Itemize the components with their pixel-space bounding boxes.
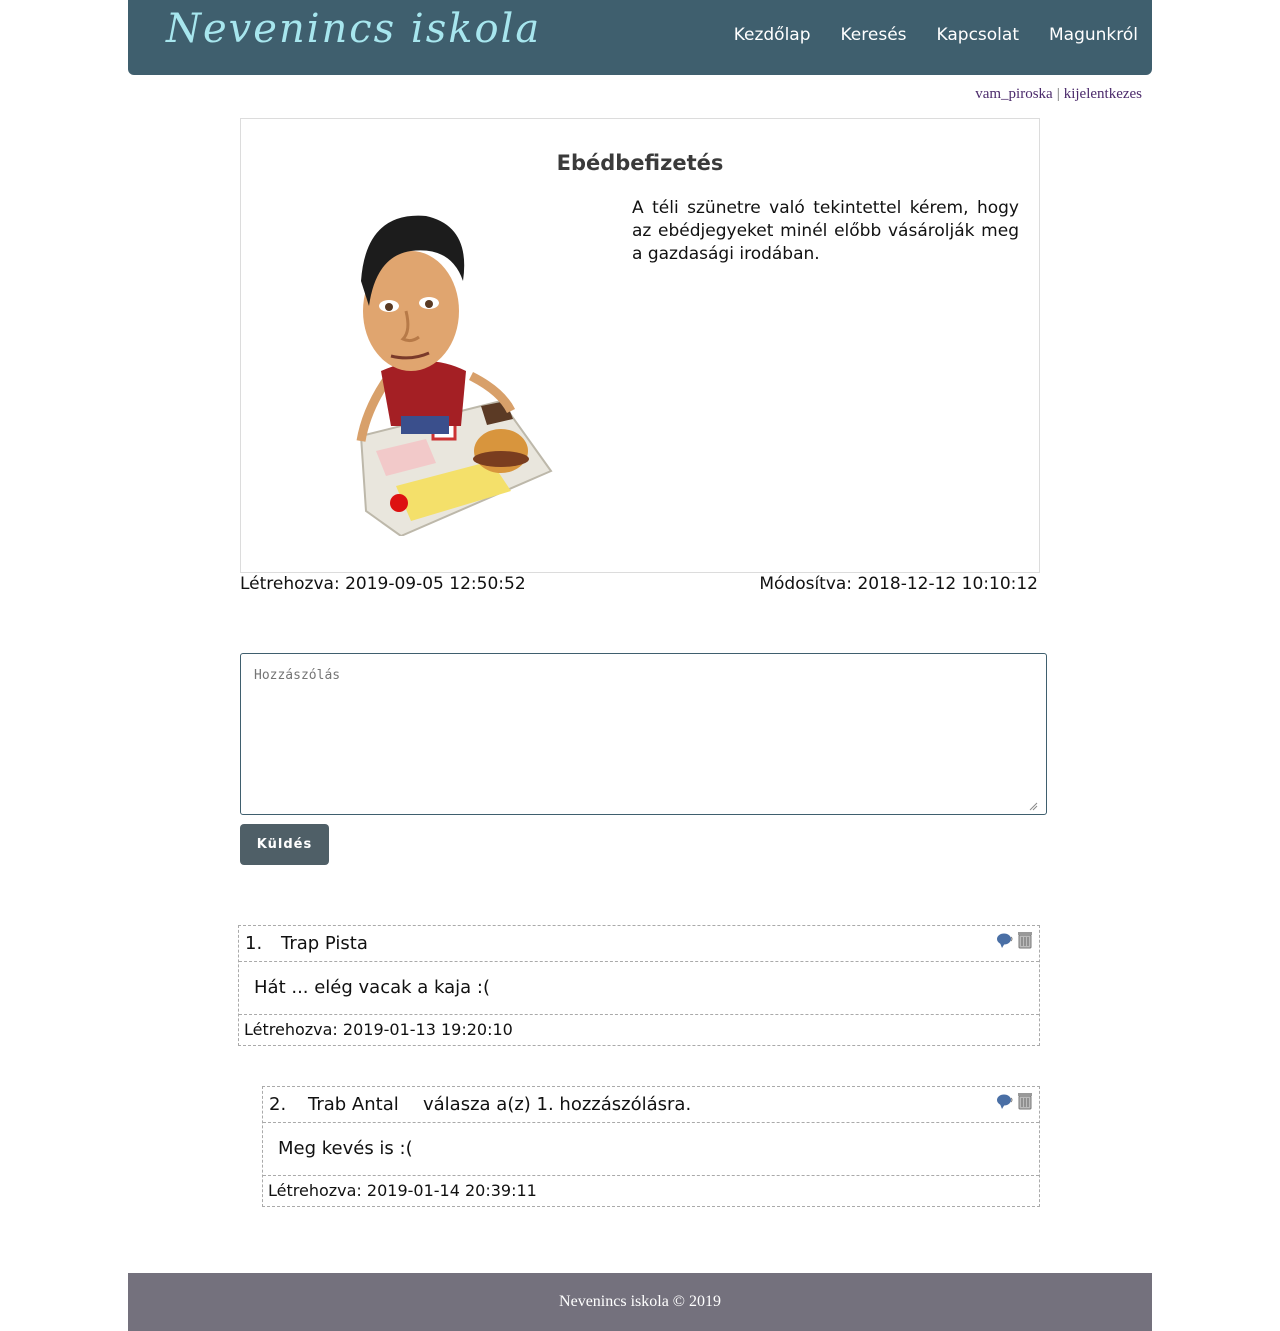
comment-footer: Létrehozva: 2019-01-13 19:20:10 bbox=[239, 1015, 1039, 1045]
comment-body: Meg kevés is :( bbox=[263, 1123, 1039, 1176]
logout-link[interactable]: kijelentkezes bbox=[1064, 86, 1142, 102]
comment-text: Hát ... elég vacak a kaja :( bbox=[254, 977, 491, 998]
article-created: Létrehozva: 2019-09-05 12:50:52 bbox=[240, 574, 526, 594]
comment-item: 2. Trab Antal válasza a(z) 1. hozzászólá… bbox=[262, 1086, 1040, 1207]
comment-header: 1. Trap Pista bbox=[239, 926, 1039, 962]
comment-number: 2. bbox=[269, 1094, 287, 1115]
main-nav: Kezdőlap Keresés Kapcsolat Magunkról bbox=[704, 25, 1138, 45]
comment-author: Trab Antal bbox=[308, 1094, 399, 1115]
nav-contact[interactable]: Kapcsolat bbox=[937, 25, 1019, 45]
resize-grip-icon[interactable] bbox=[1028, 801, 1038, 811]
article-title: Ebédbefizetés bbox=[556, 151, 724, 175]
user-bar: vam_piroska | kijelentkezes bbox=[975, 86, 1142, 103]
comment-created: Létrehozva: 2019-01-13 19:20:10 bbox=[244, 1020, 513, 1039]
userbar-separator: | bbox=[1056, 86, 1060, 102]
site-footer: Nevenincs iskola © 2019 bbox=[128, 1273, 1152, 1331]
comment-reply-note: válasza a(z) 1. hozzászólásra. bbox=[423, 1094, 692, 1115]
site-logo[interactable]: Nevenincs iskola bbox=[166, 6, 541, 52]
comment-input[interactable] bbox=[240, 653, 1047, 815]
speech-bubble-icon[interactable] bbox=[996, 1092, 1014, 1110]
comment-body: Hát ... elég vacak a kaja :( bbox=[239, 962, 1039, 1015]
comment-header: 2. Trab Antal válasza a(z) 1. hozzászólá… bbox=[263, 1087, 1039, 1123]
comment-item: 1. Trap Pista Hát ... elég vacak a kaja … bbox=[238, 925, 1040, 1046]
article-card: Ebédbefizetés A téli szünetre való tekin… bbox=[240, 118, 1040, 573]
send-button[interactable]: Küldés bbox=[240, 824, 329, 865]
article-illustration bbox=[356, 215, 553, 536]
comment-actions bbox=[996, 931, 1033, 949]
username-link[interactable]: vam_piroska bbox=[975, 86, 1052, 102]
nav-about[interactable]: Magunkról bbox=[1049, 25, 1138, 45]
speech-bubble-icon[interactable] bbox=[996, 931, 1014, 949]
comment-number: 1. bbox=[245, 933, 263, 954]
trash-icon[interactable] bbox=[1017, 1092, 1033, 1110]
site-header: Nevenincs iskola Kezdőlap Keresés Kapcso… bbox=[128, 0, 1152, 75]
article-modified: Módosítva: 2018-12-12 10:10:12 bbox=[759, 574, 1038, 594]
comment-text: Meg kevés is :( bbox=[278, 1138, 413, 1159]
article-text: A téli szünetre való tekintettel kérem, … bbox=[632, 198, 1019, 264]
comment-created: Létrehozva: 2019-01-14 20:39:11 bbox=[268, 1181, 537, 1200]
comment-author: Trap Pista bbox=[281, 933, 368, 954]
trash-icon[interactable] bbox=[1017, 931, 1033, 949]
comment-footer: Létrehozva: 2019-01-14 20:39:11 bbox=[263, 1176, 1039, 1206]
comment-actions bbox=[996, 1092, 1033, 1110]
nav-search[interactable]: Keresés bbox=[841, 25, 907, 45]
nav-home[interactable]: Kezdőlap bbox=[734, 25, 811, 45]
